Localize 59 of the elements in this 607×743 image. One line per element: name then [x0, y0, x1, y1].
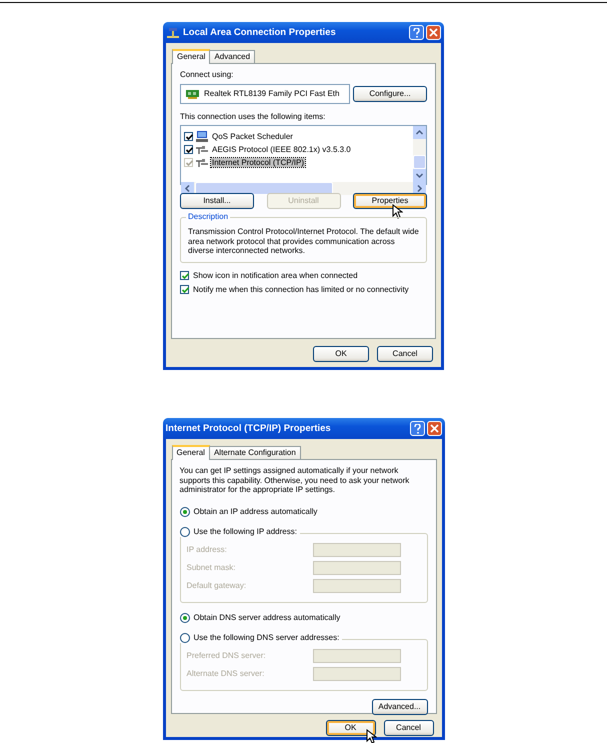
list-item[interactable]: QoS Packet Scheduler: [211, 132, 294, 142]
radio-label: Obtain DNS server address automatically: [194, 612, 340, 623]
radio-button[interactable]: [180, 612, 190, 623]
field-label: Subnet mask:: [186, 562, 236, 573]
field-label: Alternate DNS server:: [186, 668, 264, 679]
button[interactable]: Install...: [180, 193, 254, 210]
vertical-scrollbar[interactable]: [413, 126, 426, 182]
close-icon: [429, 28, 438, 37]
pointer-icon: [366, 729, 376, 743]
radio-label: Obtain an IP address automatically: [194, 506, 318, 517]
button[interactable]: OK: [326, 720, 376, 736]
tab[interactable]: General: [172, 445, 210, 460]
close-button[interactable]: [426, 421, 442, 436]
help-button[interactable]: [409, 25, 424, 40]
help-button[interactable]: [410, 421, 424, 436]
network-card-icon: [186, 88, 199, 99]
tab[interactable]: General: [172, 49, 210, 64]
scroll-up-icon: [413, 126, 426, 140]
field-label: Preferred DNS server:: [186, 650, 266, 661]
description-text: Transmission Control Protocol/Internet Protocol. The default wide area network protocol that provides communication across diverse interconnected networks.: [188, 227, 419, 256]
list-item[interactable]: AEGIS Protocol (IEEE 802.1x) v3.5.3.0: [211, 144, 352, 154]
network-protocol-icon: [196, 158, 208, 168]
close-button[interactable]: [426, 25, 441, 40]
computer-icon: [196, 131, 208, 142]
button[interactable]: Properties: [353, 193, 427, 210]
button[interactable]: Advanced...: [372, 698, 428, 715]
field-label: Default gateway:: [186, 580, 246, 591]
intro-text: You can get IP settings assigned automatically if your network supports this capability. Otherwise, you need to ask your network administrator for the appropriate IP settings.: [180, 466, 410, 495]
network-icon: [166, 26, 180, 38]
field-label: IP address:: [186, 544, 227, 555]
pointer-icon: [392, 204, 403, 220]
checkbox[interactable]: [180, 271, 189, 280]
group-legend: Description: [186, 212, 230, 222]
checkbox-label: Show icon in notification area when connected: [193, 270, 358, 281]
tab[interactable]: Alternate Configuration: [208, 446, 301, 459]
button[interactable]: Configure...: [353, 86, 427, 102]
button[interactable]: Cancel: [377, 346, 433, 362]
help-icon: [412, 28, 421, 38]
close-icon: [430, 424, 438, 433]
checkbox[interactable]: [184, 145, 193, 154]
help-icon: [412, 424, 422, 434]
field-label: Connect using:: [180, 70, 234, 80]
checkbox[interactable]: [180, 284, 189, 294]
radio-label: Use the following DNS server addresses:: [194, 632, 340, 643]
button[interactable]: Cancel: [384, 720, 434, 736]
radio-label: Use the following IP address:: [194, 526, 297, 537]
window-title: Internet Protocol (TCP/IP) Properties: [166, 422, 332, 434]
radio-button[interactable]: [180, 506, 190, 517]
network-protocol-icon: [196, 144, 208, 155]
scroll-down-icon: [413, 169, 426, 182]
tab[interactable]: Advanced: [209, 50, 256, 63]
checkbox[interactable]: [184, 132, 193, 142]
checkbox-label: Notify me when this connection has limited or no connectivity: [193, 284, 409, 294]
radio-button[interactable]: [180, 526, 190, 537]
radio-button[interactable]: [180, 632, 190, 643]
button[interactable]: OK: [313, 346, 369, 362]
field-label: This connection uses the following items:: [180, 112, 326, 122]
window-title: Local Area Connection Properties: [183, 26, 337, 38]
adapter-name: Realtek RTL8139 Family PCI Fast Eth: [204, 88, 340, 98]
